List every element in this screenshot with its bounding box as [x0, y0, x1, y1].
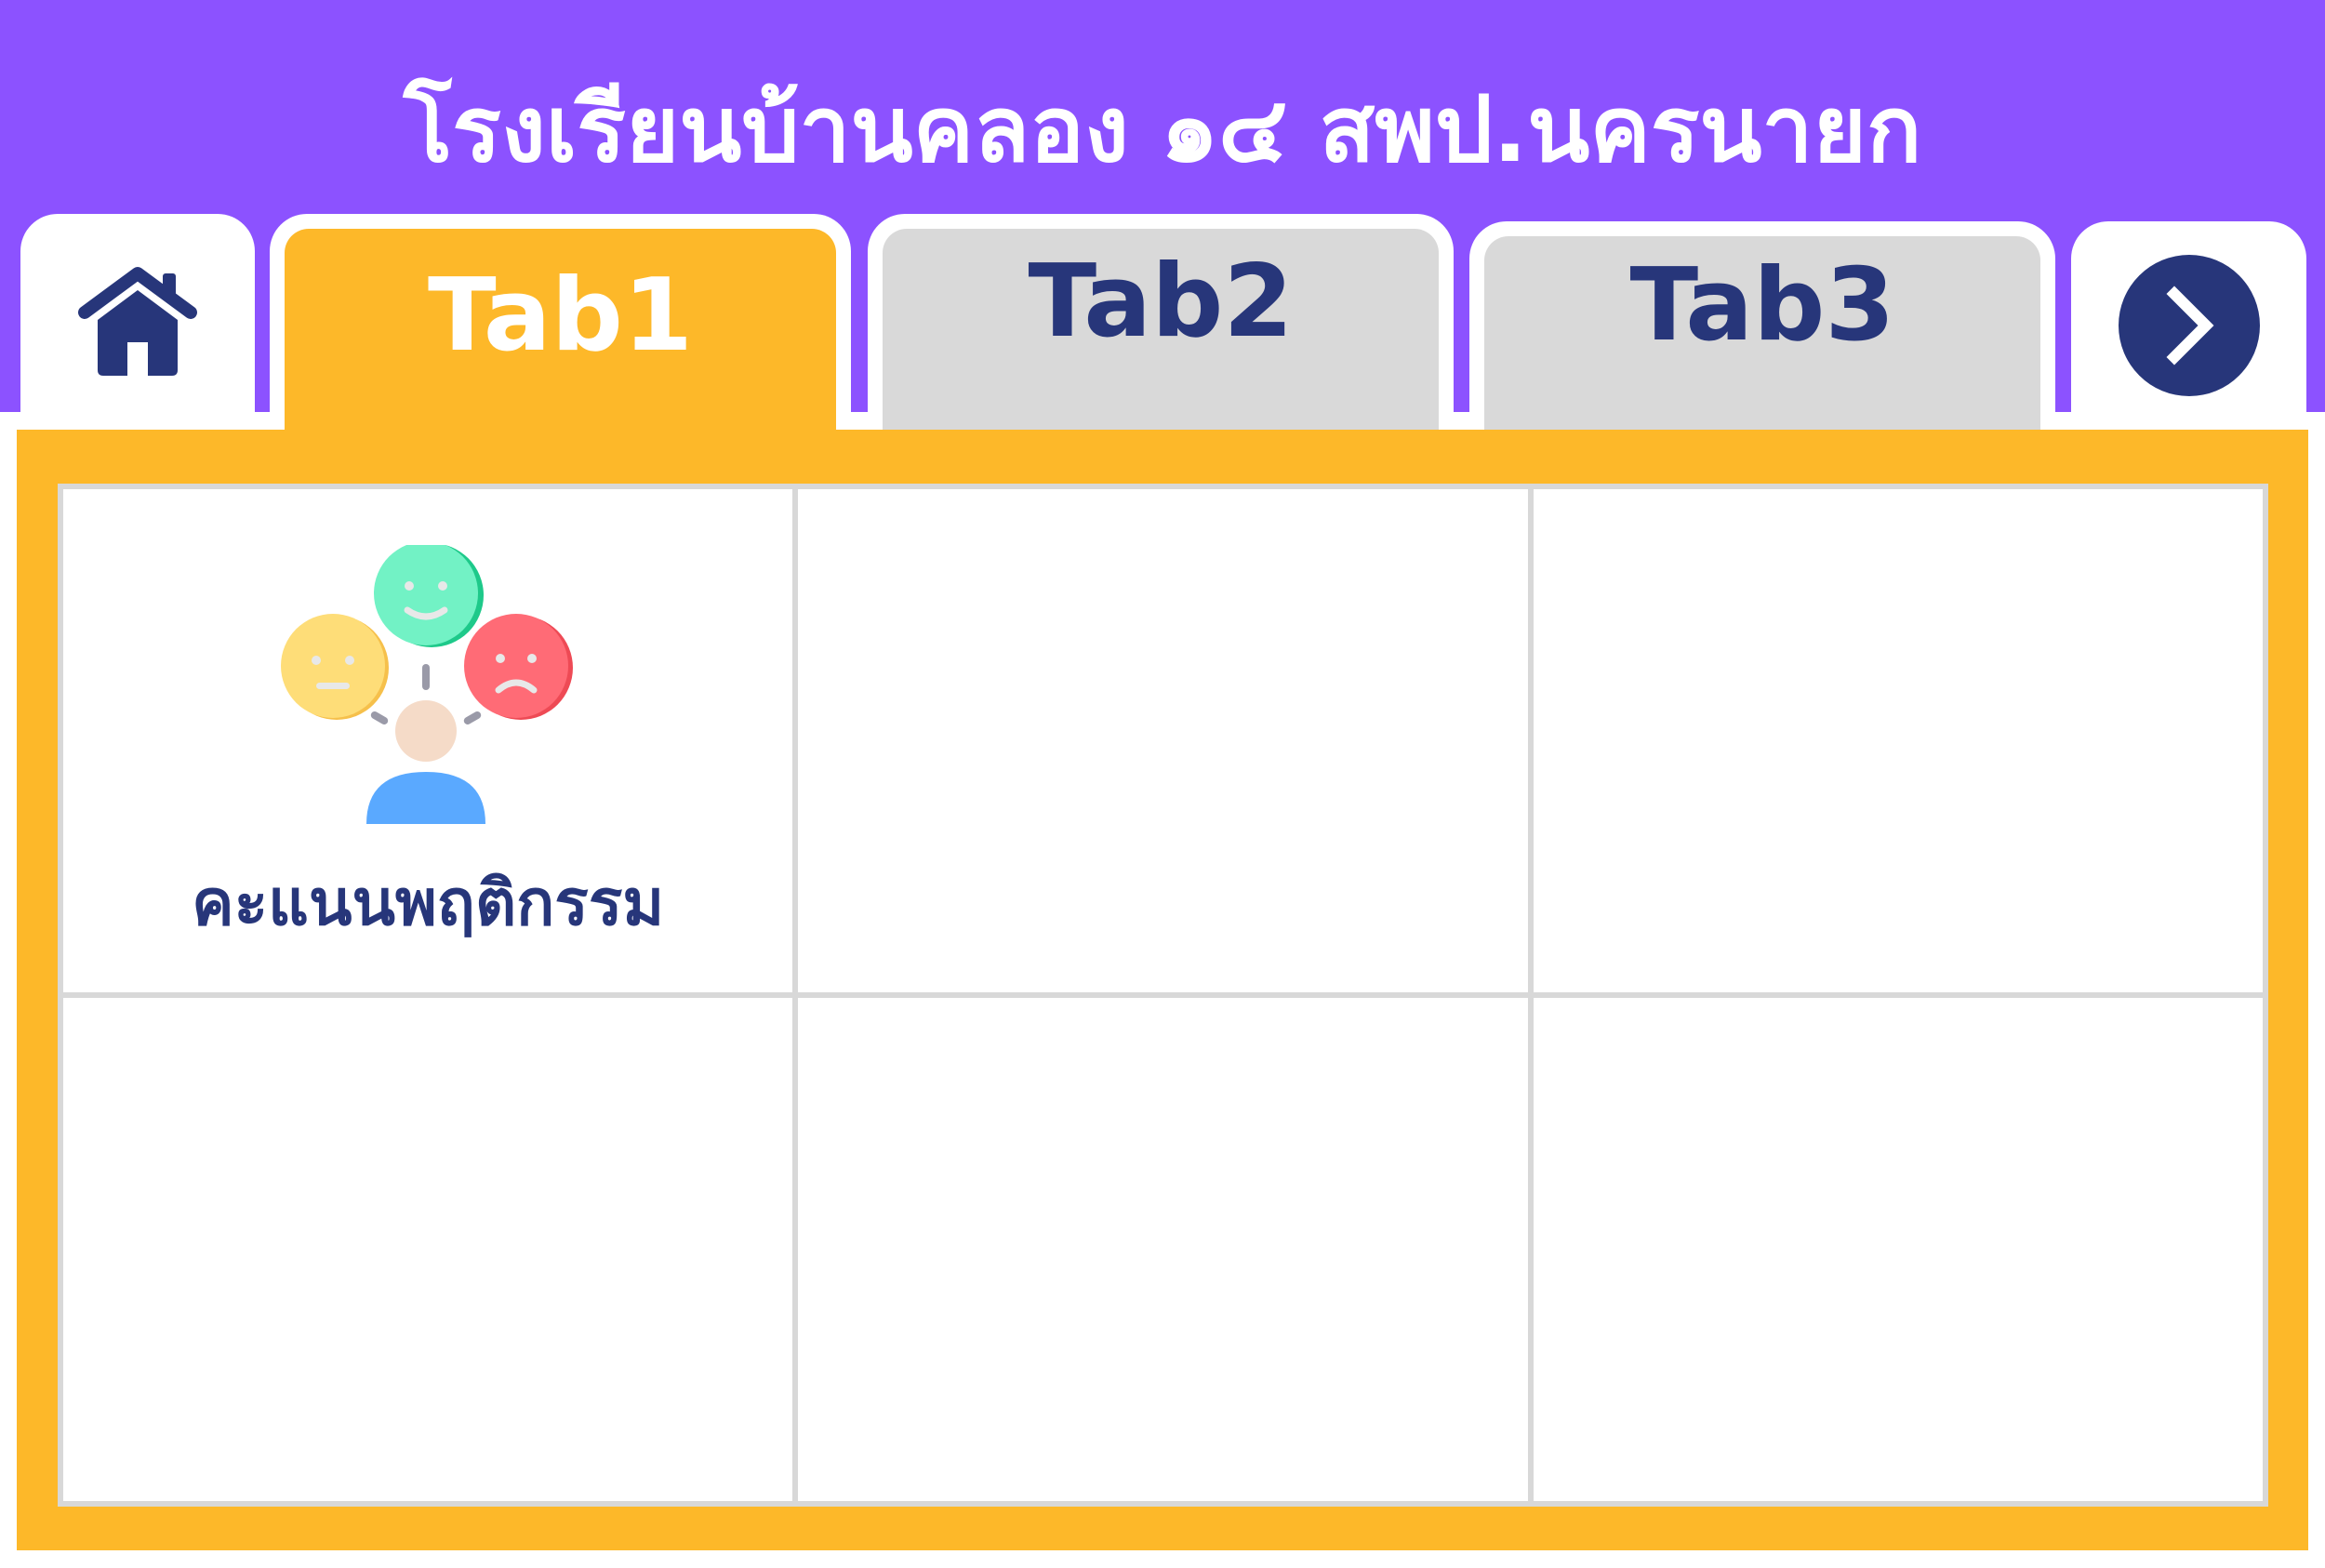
- tab-3[interactable]: Tab3: [1469, 221, 2055, 430]
- behavior-score-tile[interactable]: คะแนนพฤติกรรม: [63, 545, 792, 954]
- grid-cell-1: คะแนนพฤติกรรม: [63, 489, 793, 992]
- menu-grid: คะแนนพฤติกรรม: [58, 484, 2268, 1507]
- tab-3-label: Tab3: [1629, 246, 1895, 364]
- tab-1[interactable]: Tab1: [270, 214, 851, 458]
- tab-2[interactable]: Tab2: [868, 214, 1454, 430]
- behavior-emotions-icon: [281, 545, 574, 824]
- home-tab[interactable]: [20, 214, 255, 430]
- grid-cell-4: [63, 998, 793, 1501]
- chevron-right-icon: [2071, 221, 2306, 430]
- home-icon: [20, 214, 255, 430]
- grid-cell-3: [1533, 489, 2263, 992]
- grid-cell-2: [798, 489, 1528, 992]
- tab-1-label: Tab1: [427, 257, 694, 374]
- grid-cell-6: [1533, 998, 2263, 1501]
- page-title: โรงเรียนบ้านคลอง ๑๔ สพป.นครนายก: [403, 77, 1922, 183]
- next-button[interactable]: [2071, 221, 2306, 430]
- grid-cell-5: [798, 998, 1528, 1501]
- behavior-score-label: คะแนนพฤติกรรม: [192, 867, 665, 940]
- tab-2-label: Tab2: [1028, 243, 1294, 360]
